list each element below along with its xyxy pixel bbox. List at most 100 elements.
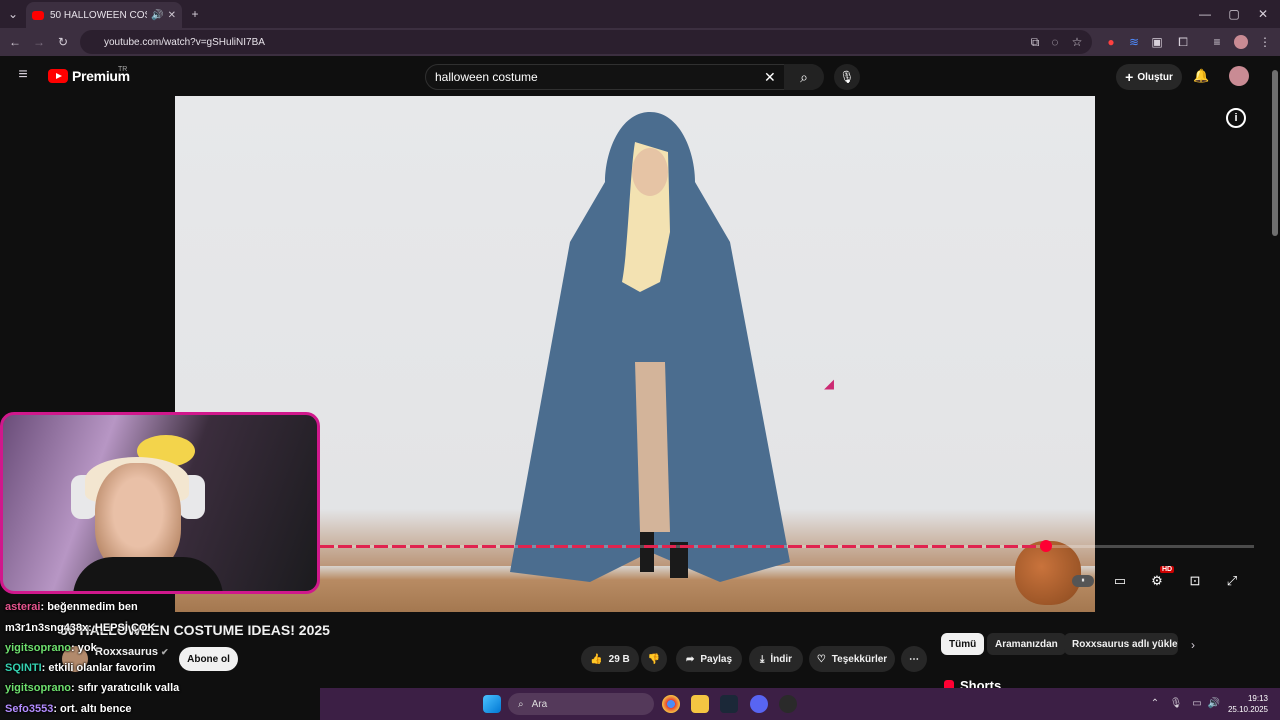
chip-from-search[interactable]: Aramanızdan: [987, 633, 1066, 655]
file-explorer-taskbar-icon[interactable]: [691, 695, 709, 713]
tray-mic-icon[interactable]: 🎙: [1169, 697, 1183, 711]
taskbar-clock[interactable]: 19:13 25.10.2025: [1224, 693, 1268, 715]
chat-message: Sefo3553: ort. altı bence: [5, 703, 132, 715]
create-label: Oluştur: [1137, 71, 1173, 83]
youtube-favicon-icon: [32, 10, 44, 20]
minimize-icon[interactable]: —: [1198, 7, 1212, 21]
info-icon[interactable]: i: [1226, 108, 1246, 128]
chat-message: SQINTI: etkili olanlar favorim: [5, 662, 155, 674]
like-button[interactable]: 👍 29 B: [581, 646, 639, 672]
chat-text: : yok: [71, 642, 97, 654]
chat-user: asterai: [5, 601, 41, 613]
reload-icon[interactable]: ↻: [56, 35, 70, 49]
download-icon: ⤓: [759, 653, 765, 665]
speaker-icon[interactable]: 🔊: [151, 10, 163, 21]
youtube-play-icon: [48, 69, 68, 83]
close-window-icon[interactable]: ✕: [1256, 7, 1270, 21]
autoplay-toggle[interactable]: ⏸: [1072, 575, 1094, 587]
extensions-puzzle-icon[interactable]: ⧠: [1176, 35, 1190, 49]
cast-icon[interactable]: ⧉: [1028, 35, 1042, 49]
subscribe-button[interactable]: Abone ol: [179, 647, 238, 671]
share-button[interactable]: ➦ Paylaş: [676, 646, 742, 672]
search-query: halloween costume: [435, 70, 538, 84]
scrollbar-thumb[interactable]: [1272, 70, 1278, 236]
maximize-icon[interactable]: ▢: [1227, 7, 1241, 21]
clear-search-icon[interactable]: ✕: [764, 69, 776, 86]
new-tab-icon[interactable]: +: [188, 7, 202, 21]
forward-icon[interactable]: →: [32, 35, 46, 49]
theater-mode-icon[interactable]: ⊡: [1186, 572, 1204, 590]
bookmark-star-icon[interactable]: ☆: [1070, 35, 1084, 49]
reading-list-icon[interactable]: ≡: [1210, 35, 1224, 49]
tray-volume-icon[interactable]: 🔊: [1207, 697, 1221, 711]
chat-text: : etkili olanlar favorim: [41, 662, 156, 674]
extension-red-icon[interactable]: ●: [1104, 35, 1118, 49]
discord-taskbar-icon[interactable]: [750, 695, 768, 713]
back-icon[interactable]: ←: [8, 35, 22, 49]
progress-scrubber[interactable]: [1040, 540, 1052, 552]
windows-start-icon[interactable]: [483, 695, 501, 713]
profile-avatar[interactable]: [1234, 35, 1248, 49]
logo-country: TR: [118, 66, 128, 73]
taskbar-search-icon: ⌕: [518, 698, 524, 710]
chat-text: : beğenmedim ben: [40, 601, 138, 613]
chrome-taskbar-icon[interactable]: [662, 695, 680, 713]
notifications-bell-icon[interactable]: 🔔: [1193, 69, 1209, 83]
share-icon: ➦: [685, 653, 695, 665]
extension-wave-icon[interactable]: ≋: [1127, 35, 1141, 49]
windows-taskbar: [320, 688, 1280, 720]
chat-message: yigitsoprano: sıfır yaratıcılık valla: [5, 682, 179, 694]
dislike-button[interactable]: 👎: [641, 646, 667, 672]
extension-box-icon[interactable]: ▣: [1150, 35, 1164, 49]
chip-uploader[interactable]: Roxxsaurus adlı yükleyic: [1064, 633, 1178, 655]
verified-icon: ✔: [161, 647, 169, 657]
like-count: 29 B: [608, 653, 630, 665]
youtube-premium-logo[interactable]: Premium TR: [48, 66, 130, 84]
search-input[interactable]: halloween costume ✕: [425, 64, 823, 90]
search-button[interactable]: ⌕: [784, 64, 824, 90]
tray-chevron-icon[interactable]: ⌃: [1148, 697, 1162, 711]
hamburger-menu-icon[interactable]: ≡: [16, 67, 30, 83]
more-actions-button[interactable]: ⋯: [901, 646, 927, 672]
clock-date: 25.10.2025: [1227, 705, 1268, 714]
taskbar-search-placeholder: Ara: [531, 698, 548, 710]
taskbar-search[interactable]: ⌕ Ara: [508, 693, 654, 715]
clock-time: 19:13: [1247, 694, 1268, 703]
chat-message: yigitsoprano: yok: [5, 642, 97, 654]
thumbs-up-icon: 👍: [590, 653, 603, 665]
steam-taskbar-icon[interactable]: [720, 695, 738, 713]
close-tab-icon[interactable]: ✕: [168, 10, 176, 21]
chat-user: yigitsoprano: [5, 642, 72, 654]
subtitles-icon[interactable]: ▭: [1111, 572, 1129, 590]
fullscreen-icon[interactable]: ⤢: [1223, 572, 1241, 590]
chips-next-icon[interactable]: ›: [1186, 638, 1200, 652]
tab-list-icon[interactable]: ⌄: [6, 7, 20, 21]
streamer-webcam-overlay: [0, 412, 320, 594]
eye-off-icon[interactable]: ◌: [1048, 35, 1062, 49]
address-bar[interactable]: youtube.com/watch?v=gSHuliNI7BA: [80, 30, 1092, 54]
browser-tab-bar: ⌄ 50 HALLOWEEN COSTUME 🔊 ✕ + — ▢ ✕: [0, 0, 1280, 28]
chat-text: : sıfır yaratıcılık valla: [71, 682, 180, 694]
hd-badge: HD: [1160, 566, 1175, 573]
chip-all[interactable]: Tümü: [941, 633, 985, 655]
chat-message: m3r1n3sng438x: HEPSİ ÇOK: [5, 622, 155, 634]
settings-gear-icon[interactable]: ⚙: [1148, 572, 1166, 590]
more-dots-icon: ⋯: [909, 653, 919, 665]
voice-search-button[interactable]: 🎙: [834, 64, 860, 90]
chat-user: m3r1n3sng438x: [5, 622, 89, 634]
browser-menu-icon[interactable]: ⋮: [1258, 35, 1272, 49]
browser-tab[interactable]: 50 HALLOWEEN COSTUME 🔊 ✕: [26, 2, 182, 28]
thanks-button[interactable]: ♡ Teşekkürler: [809, 646, 895, 672]
progress-bar-played: [320, 545, 1046, 548]
obs-taskbar-icon[interactable]: [779, 695, 797, 713]
tab-title: 50 HALLOWEEN COSTUME: [50, 9, 147, 21]
search-icon: ⌕: [800, 68, 808, 85]
create-button[interactable]: + Oluştur: [1116, 64, 1182, 90]
account-avatar[interactable]: [1229, 66, 1249, 86]
share-label: Paylaş: [700, 653, 733, 665]
streamer-shirt: [73, 557, 223, 591]
channel-name[interactable]: Roxxsaurus ✔: [95, 646, 169, 658]
tray-display-icon[interactable]: ▭: [1190, 697, 1204, 711]
download-label: İndir: [770, 653, 793, 665]
download-button[interactable]: ⤓ İndir: [749, 646, 803, 672]
